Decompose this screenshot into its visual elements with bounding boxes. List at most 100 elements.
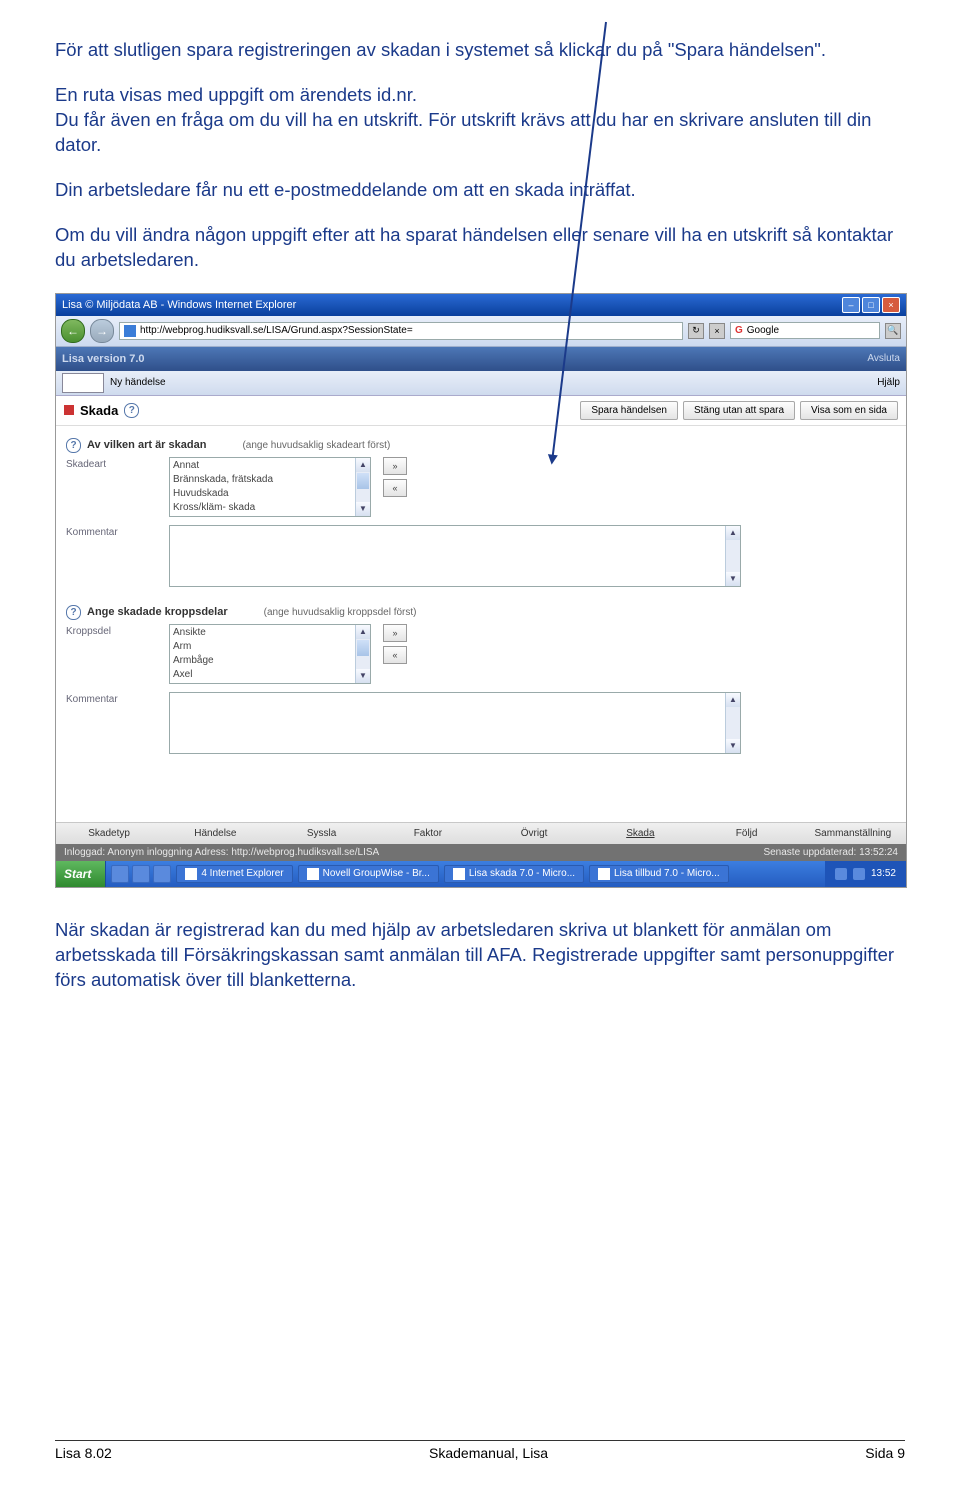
scroll-down-icon[interactable]: ▼ — [726, 572, 740, 586]
quick-launch-icon[interactable] — [132, 865, 150, 883]
kommentar-2-textarea[interactable]: ▲ ▼ — [169, 692, 741, 754]
label-skadeart: Skadeart — [66, 457, 161, 470]
footer-right: Sida 9 — [865, 1445, 905, 1461]
app-icon — [307, 868, 319, 880]
google-icon: G — [735, 325, 743, 336]
tab-sammanstallning[interactable]: Sammanställning — [800, 823, 906, 844]
list-item[interactable]: Kross/kläm- skada — [173, 501, 367, 515]
scroll-up-icon[interactable]: ▲ — [356, 458, 370, 472]
window-titlebar: Lisa © Miljödata AB - Windows Internet E… — [56, 294, 906, 316]
list-item[interactable]: Ansikte — [173, 626, 367, 640]
help-icon[interactable]: ? — [124, 403, 139, 418]
search-go-icon[interactable]: 🔍 — [885, 323, 901, 339]
label-kommentar: Kommentar — [66, 525, 161, 538]
instruction-text-after: När skadan är registrerad kan du med hjä… — [55, 918, 905, 993]
kroppsdel-listbox[interactable]: Ansikte Arm Armbåge Axel ▲ ▼ — [169, 624, 371, 684]
task-word-1[interactable]: Lisa skada 7.0 - Micro... — [444, 865, 584, 883]
taskbar: Start 4 Internet Explorer Novell GroupWi… — [56, 861, 906, 887]
scroll-thumb[interactable] — [357, 640, 369, 656]
scroll-up-icon[interactable]: ▲ — [726, 693, 740, 707]
list-item[interactable]: Axel — [173, 668, 367, 682]
tab-foljd[interactable]: Följd — [694, 823, 800, 844]
tabs-row: Skadetyp Händelse Syssla Faktor Övrigt S… — [56, 822, 906, 844]
view-page-button[interactable]: Visa som en sida — [800, 401, 898, 420]
minimize-icon[interactable]: – — [842, 297, 860, 313]
quick-launch-icon[interactable] — [153, 865, 171, 883]
scroll-up-icon[interactable]: ▲ — [356, 625, 370, 639]
scrollbar[interactable]: ▲ ▼ — [725, 693, 740, 753]
tab-handelse[interactable]: Händelse — [162, 823, 268, 844]
page-title: Skada — [80, 403, 118, 418]
status-bar: Inloggad: Anonym inloggning Adress: http… — [56, 844, 906, 861]
tab-skadetyp[interactable]: Skadetyp — [56, 823, 162, 844]
new-event-link[interactable]: Ny händelse — [110, 377, 166, 388]
scroll-down-icon[interactable]: ▼ — [356, 669, 370, 683]
url-text: http://webprog.hudiksvall.se/LISA/Grund.… — [140, 325, 413, 336]
page-footer: Lisa 8.02 Skademanual, Lisa Sida 9 — [55, 1440, 905, 1461]
browser-search[interactable]: G Google — [730, 322, 880, 339]
para-1: För att slutligen spara registreringen a… — [55, 38, 905, 63]
start-button[interactable]: Start — [56, 861, 106, 887]
logout-link[interactable]: Avsluta — [867, 353, 900, 364]
tab-ovrigt[interactable]: Övrigt — [481, 823, 587, 844]
cancel-button[interactable]: Stäng utan att spara — [683, 401, 795, 420]
clock-area[interactable]: 13:52 — [825, 861, 906, 887]
quick-launch-icon[interactable] — [111, 865, 129, 883]
para-4: Din arbetsledare får nu ett e-postmeddel… — [55, 178, 905, 203]
question-2: Ange skadade kroppsdelar — [87, 606, 228, 618]
scroll-up-icon[interactable]: ▲ — [726, 526, 740, 540]
list-item[interactable]: Annat — [173, 459, 367, 473]
close-icon[interactable]: × — [882, 297, 900, 313]
stop-icon[interactable]: × — [709, 323, 725, 339]
task-ie[interactable]: 4 Internet Explorer — [176, 865, 292, 883]
refresh-icon[interactable]: ↻ — [688, 323, 704, 339]
quick-launch — [111, 865, 171, 883]
question-1: Av vilken art är skadan — [87, 439, 206, 451]
save-button[interactable]: Spara händelsen — [580, 401, 678, 420]
back-icon[interactable]: ← — [61, 319, 85, 343]
help-link[interactable]: Hjälp — [877, 377, 900, 388]
list-item[interactable]: Huvudskada — [173, 487, 367, 501]
red-square-icon — [64, 405, 74, 415]
scrollbar[interactable]: ▲ ▼ — [355, 458, 370, 516]
list-item[interactable]: Brännskada, frätskada — [173, 473, 367, 487]
page-icon — [124, 325, 136, 337]
question-1-hint: (ange huvudsaklig skadeart först) — [242, 440, 390, 451]
status-left: Inloggad: Anonym inloggning Adress: http… — [64, 847, 379, 858]
add-button[interactable]: » — [383, 624, 407, 642]
scrollbar[interactable]: ▲ ▼ — [355, 625, 370, 683]
list-item[interactable]: Armbåge — [173, 654, 367, 668]
tab-syssla[interactable]: Syssla — [269, 823, 375, 844]
help-icon[interactable]: ? — [66, 438, 81, 453]
label-kroppsdel: Kroppsdel — [66, 624, 161, 637]
tab-faktor[interactable]: Faktor — [375, 823, 481, 844]
scrollbar[interactable]: ▲ ▼ — [725, 526, 740, 586]
app-subheader: Ny händelse Hjälp — [56, 371, 906, 396]
address-bar[interactable]: http://webprog.hudiksvall.se/LISA/Grund.… — [119, 322, 683, 340]
task-word-2[interactable]: Lisa tillbud 7.0 - Micro... — [589, 865, 729, 883]
para-5: Om du vill ändra någon uppgift efter att… — [55, 223, 905, 273]
maximize-icon[interactable]: □ — [862, 297, 880, 313]
tab-skada[interactable]: Skada — [587, 823, 693, 844]
remove-button[interactable]: « — [383, 479, 407, 497]
app-icon — [453, 868, 465, 880]
task-groupwise[interactable]: Novell GroupWise - Br... — [298, 865, 439, 883]
app-icon — [598, 868, 610, 880]
form-area: ? Av vilken art är skadan (ange huvudsak… — [56, 426, 906, 822]
tray-icon[interactable] — [853, 868, 865, 880]
tray-icon[interactable] — [835, 868, 847, 880]
forward-icon[interactable]: → — [90, 319, 114, 343]
skadeart-listbox[interactable]: Annat Brännskada, frätskada Huvudskada K… — [169, 457, 371, 517]
label-kommentar: Kommentar — [66, 692, 161, 705]
kommentar-1-textarea[interactable]: ▲ ▼ — [169, 525, 741, 587]
footer-mid: Skademanual, Lisa — [429, 1445, 548, 1461]
list-item[interactable]: Arm — [173, 640, 367, 654]
scroll-down-icon[interactable]: ▼ — [356, 502, 370, 516]
ie-icon — [185, 868, 197, 880]
para-6: När skadan är registrerad kan du med hjä… — [55, 918, 905, 993]
scroll-down-icon[interactable]: ▼ — [726, 739, 740, 753]
add-button[interactable]: » — [383, 457, 407, 475]
help-icon[interactable]: ? — [66, 605, 81, 620]
remove-button[interactable]: « — [383, 646, 407, 664]
scroll-thumb[interactable] — [357, 473, 369, 489]
